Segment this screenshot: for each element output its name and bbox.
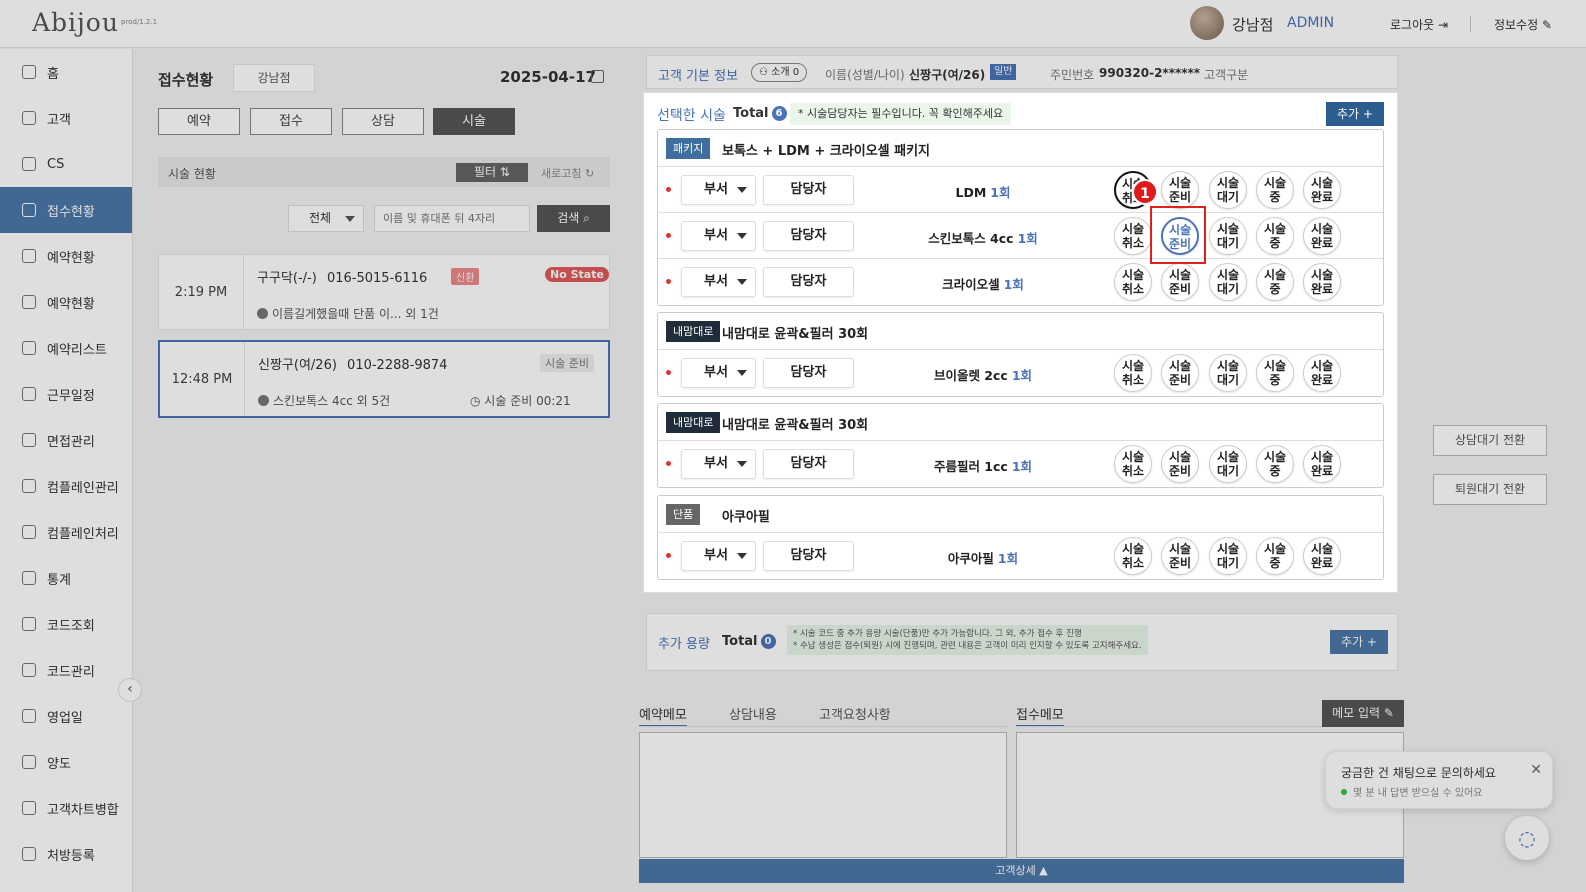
status-cancel-button[interactable]: 시술 취소 [1114,445,1152,483]
required-dot [666,553,671,558]
status-complete-button[interactable]: 시술 완료 [1303,537,1341,575]
status-complete-button[interactable]: 시술 완료 [1303,217,1341,255]
procedure-name: 스킨보톡스 4cc 1회 [858,228,1108,247]
status-in-progress-button[interactable]: 시술 중 [1256,263,1294,301]
total-count: 6 [771,106,787,121]
procedure-name-text: 스킨보톡스 4cc [928,231,1014,246]
procedure-count: 1회 [1011,368,1033,383]
procedure-name-text: 주름필러 1cc [933,459,1008,474]
status-prepare-button[interactable]: 시술 준비 [1161,445,1199,483]
status-in-progress-button[interactable]: 시술 중 [1256,537,1294,575]
department-select[interactable]: 부서 [681,221,756,251]
procedure-group: 내맘대로 내맘대로 윤곽&필러 30회 부서 담당자 주름필러 1cc 1회 시술 취소 시술… [657,403,1384,488]
group-header: 패키지 보톡스 + LDM + 크라이오셀 패키지 [658,130,1383,167]
status-prepare-button[interactable]: 시술 준비 [1161,263,1199,301]
group-name: 내맘대로 윤곽&필러 30회 [722,418,869,433]
status-wait-button[interactable]: 시술 대기 [1209,537,1247,575]
procedure-name-text: 아쿠아필 [947,551,994,566]
status-complete-button[interactable]: 시술 완료 [1303,263,1341,301]
procedure-name-text: LDM [955,185,987,200]
department-select[interactable]: 부서 [681,175,756,205]
group-type-badge: 패키지 [666,138,711,159]
status-cancel-button[interactable]: 시술 취소 [1114,354,1152,392]
procedure-count: 1회 [990,185,1011,200]
group-name: 보톡스 + LDM + 크라이오셀 패키지 [722,144,930,159]
procedure-name: 크라이오셀 1회 [858,274,1108,293]
status-wait-button[interactable]: 시술 대기 [1209,171,1247,209]
procedure-name: 아쿠아필 1회 [858,548,1108,567]
modal-backdrop [643,593,1398,892]
group-name: 내맘대로 윤곽&필러 30회 [722,327,869,342]
department-select[interactable]: 부서 [681,449,756,479]
procedure-group: 내맘대로 내맘대로 윤곽&필러 30회 부서 담당자 브이올렛 2cc 1회 시술 취소 시술… [657,312,1384,397]
procedure-name-text: 브이올렛 2cc [933,368,1008,383]
required-dot [666,461,671,466]
required-dot [666,233,671,238]
department-select[interactable]: 부서 [681,541,756,571]
procedure-name: 브이올렛 2cc 1회 [858,365,1108,384]
department-select[interactable]: 부서 [681,267,756,297]
status-wait-button[interactable]: 시술 대기 [1209,217,1247,255]
total-label: Total [733,106,769,121]
status-in-progress-button[interactable]: 시술 중 [1256,354,1294,392]
staff-select-button[interactable]: 담당자 [763,221,854,251]
staff-select-button[interactable]: 담당자 [763,449,854,479]
modal-backdrop [0,0,1586,92]
procedure-total: Total 6 [733,106,787,121]
status-cancel-button[interactable]: 시술 취소 [1114,217,1152,255]
step-marker: 1 [1132,179,1158,205]
staff-select-button[interactable]: 담당자 [763,267,854,297]
staff-select-button[interactable]: 담당자 [763,541,854,571]
group-type-badge: 단품 [666,504,701,525]
group-header: 내맘대로 내맘대로 윤곽&필러 30회 [658,404,1383,441]
status-complete-button[interactable]: 시술 완료 [1303,445,1341,483]
group-type-badge: 내맘대로 [666,321,721,342]
modal-backdrop [1398,92,1586,892]
procedure-name: 주름필러 1cc 1회 [858,456,1108,475]
status-wait-button[interactable]: 시술 대기 [1209,445,1247,483]
add-procedure-button[interactable]: 추가 + [1326,102,1384,126]
procedure-group: 패키지보톡스 + LDM + 크라이오셀 패키지부서담당자LDM1회시술 취소시… [657,129,1384,306]
status-complete-button[interactable]: 시술 완료 [1303,354,1341,392]
status-wait-button[interactable]: 시술 대기 [1209,354,1247,392]
procedure-row: 부서 담당자 주름필러 1cc 1회 시술 취소 시술 준비 시술 대기 시술 중 시술 완료 [658,441,1383,487]
status-in-progress-button[interactable]: 시술 중 [1256,217,1294,255]
staff-select-button[interactable]: 담당자 [763,358,854,388]
procedure-group: 단품 아쿠아필 부서 담당자 아쿠아필 1회 시술 취소 시술 준비 시술 대기 시술 중 시술 완… [657,495,1384,580]
procedure-row: 부서 담당자 스킨보톡스 4cc 1회 시술 취소 시술 준비 시술 대기 시술 중 시술 완료 [658,213,1383,259]
required-dot [666,187,671,192]
status-complete-button[interactable]: 시술 완료 [1303,171,1341,209]
procedure-row: 부서담당자LDM1회시술 취소시술 준비시술 대기시술 중시술 완료 [658,167,1383,213]
status-in-progress-button[interactable]: 시술 중 [1256,445,1294,483]
group-type-badge: 내맘대로 [666,412,721,433]
panel-title: 선택한 시술 [657,108,726,124]
status-cancel-button[interactable]: 시술 취소 [1114,263,1152,301]
group-header: 내맘대로 내맘대로 윤곽&필러 30회 [658,313,1383,350]
status-prepare-button[interactable]: 시술 준비 [1161,354,1199,392]
status-cancel-button[interactable]: 시술 취소 [1114,537,1152,575]
required-notice: * 시술담당자는 필수입니다. 꼭 확인해주세요 [790,103,1012,125]
procedure-count: 1회 [997,551,1019,566]
selected-procedures-panel: 선택한 시술 Total 6 * 시술담당자는 필수입니다. 꼭 확인해주세요 추… [643,92,1398,593]
procedure-row: 부서 담당자 아쿠아필 1회 시술 취소 시술 준비 시술 대기 시술 중 시술 완료 [658,533,1383,579]
required-dot [666,370,671,375]
modal-backdrop [0,92,643,892]
required-dot [666,279,671,284]
staff-select-button[interactable]: 담당자 [763,175,854,205]
status-prepare-button[interactable]: 시술 준비 [1161,171,1199,209]
procedure-row: 부서 담당자 브이올렛 2cc 1회 시술 취소 시술 준비 시술 대기 시술 중 시술 완료 [658,350,1383,396]
group-header: 단품 아쿠아필 [658,496,1383,533]
group-name: 아쿠아필 [722,510,770,525]
status-wait-button[interactable]: 시술 대기 [1209,263,1247,301]
status-in-progress-button[interactable]: 시술 중 [1256,171,1294,209]
procedure-name: LDM 1회 [858,182,1108,201]
highlight-box [1150,206,1206,264]
status-prepare-button[interactable]: 시술 준비 [1161,537,1199,575]
procedure-count: 1회 [1017,231,1038,246]
department-select[interactable]: 부서 [681,358,756,388]
procedure-row: 부서 담당자 크라이오셀 1회 시술 취소 시술 준비 시술 대기 시술 중 시술 완료 [658,259,1383,305]
procedure-name-text: 크라이오셀 [942,277,1000,292]
procedure-count: 1회 [1003,277,1024,292]
procedure-count: 1회 [1011,459,1033,474]
